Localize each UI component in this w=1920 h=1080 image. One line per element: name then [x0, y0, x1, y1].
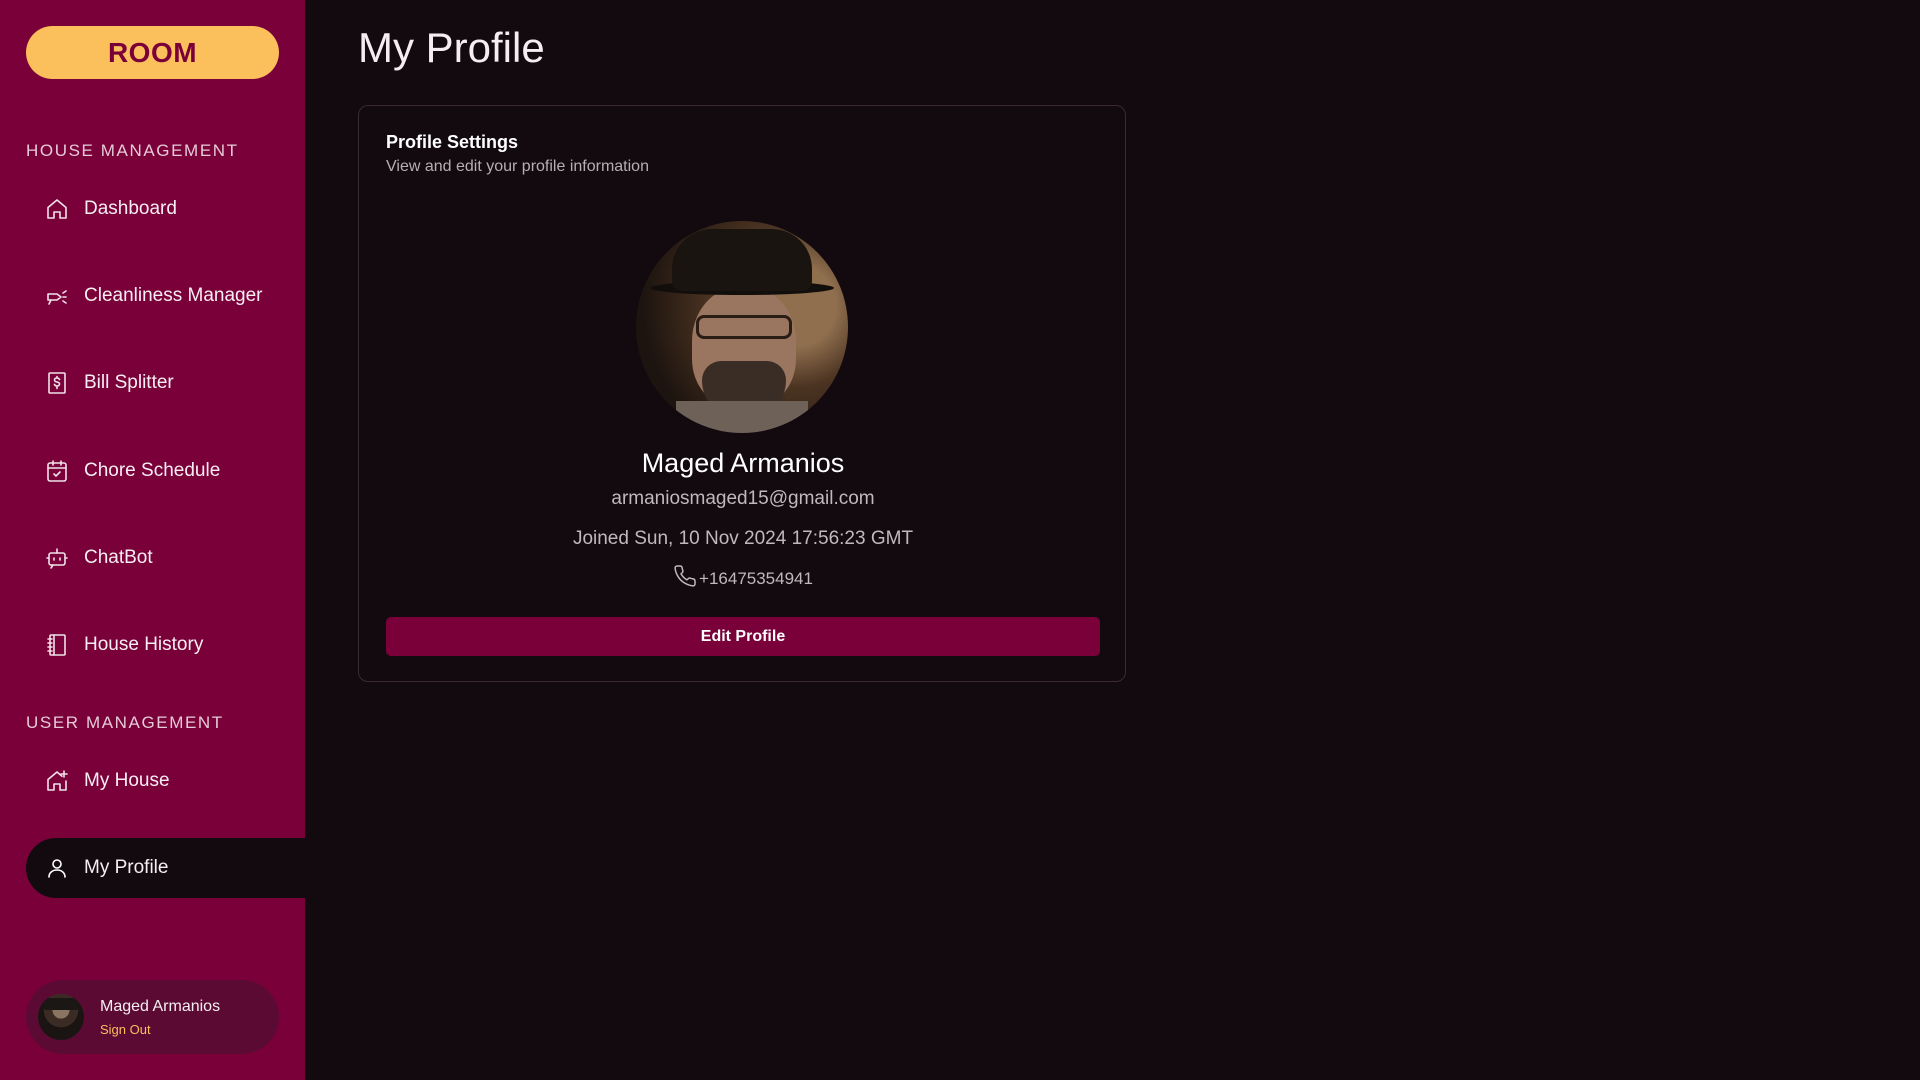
sidebar-item-my-house[interactable]: My House — [26, 751, 305, 811]
sidebar-item-label: Cleanliness Manager — [84, 285, 263, 306]
sidebar-item-my-profile[interactable]: My Profile — [26, 838, 305, 898]
sidebar: ROOM HOUSE MANAGEMENT Dashboard Cleanlin… — [0, 0, 305, 1080]
sidebar-item-label: ChatBot — [84, 547, 153, 568]
profile-name: Maged Armanios — [641, 448, 845, 478]
profile-settings-card: Profile Settings View and edit your prof… — [358, 105, 1126, 682]
card-subtitle: View and edit your profile information — [386, 158, 649, 175]
user-management-label: USER MANAGEMENT — [26, 713, 224, 732]
phone-number: +16475354941 — [699, 568, 813, 588]
profile-avatar — [636, 221, 848, 433]
page-title: My Profile — [358, 24, 545, 71]
calendar-check-icon — [44, 458, 70, 484]
room-logo[interactable]: ROOM — [26, 26, 279, 79]
sidebar-item-cleanliness-manager[interactable]: Cleanliness Manager — [26, 266, 305, 326]
sidebar-item-chore-schedule[interactable]: Chore Schedule — [26, 441, 305, 501]
spray-icon — [44, 283, 70, 309]
notebook-icon — [44, 632, 70, 658]
house-management-label: HOUSE MANAGEMENT — [26, 141, 239, 160]
sidebar-item-dashboard[interactable]: Dashboard — [26, 179, 305, 239]
home-icon — [44, 196, 70, 222]
user-icon — [44, 855, 70, 881]
edit-profile-button[interactable]: Edit Profile — [386, 617, 1100, 656]
bot-icon — [44, 545, 70, 571]
profile-joined-date: Joined Sun, 10 Nov 2024 17:56:23 GMT — [572, 528, 914, 549]
card-title: Profile Settings — [386, 132, 519, 152]
house-plus-icon — [44, 768, 70, 794]
phone-icon — [673, 564, 697, 593]
sidebar-item-bill-splitter[interactable]: Bill Splitter — [26, 353, 305, 413]
avatar — [38, 994, 84, 1040]
profile-email: armaniosmaged15@gmail.com — [611, 488, 875, 509]
sidebar-item-label: My Profile — [84, 857, 169, 878]
sidebar-item-house-history[interactable]: House History — [26, 615, 305, 675]
sidebar-item-label: My House — [84, 770, 170, 791]
sidebar-item-label: Chore Schedule — [84, 460, 221, 481]
user-chip: Maged Armanios Sign Out — [26, 980, 279, 1054]
user-chip-name: Maged Armanios — [100, 997, 221, 1015]
sidebar-item-label: House History — [84, 634, 204, 655]
sidebar-item-label: Dashboard — [84, 198, 177, 219]
receipt-dollar-icon — [44, 370, 70, 396]
sidebar-item-label: Bill Splitter — [84, 372, 174, 393]
app-root: ROOM HOUSE MANAGEMENT Dashboard Cleanlin… — [0, 0, 1920, 1080]
sidebar-item-chatbot[interactable]: ChatBot — [26, 528, 305, 588]
sign-out-link[interactable]: Sign Out — [100, 1022, 220, 1037]
profile-phone: +16475354941 — [359, 564, 1127, 593]
